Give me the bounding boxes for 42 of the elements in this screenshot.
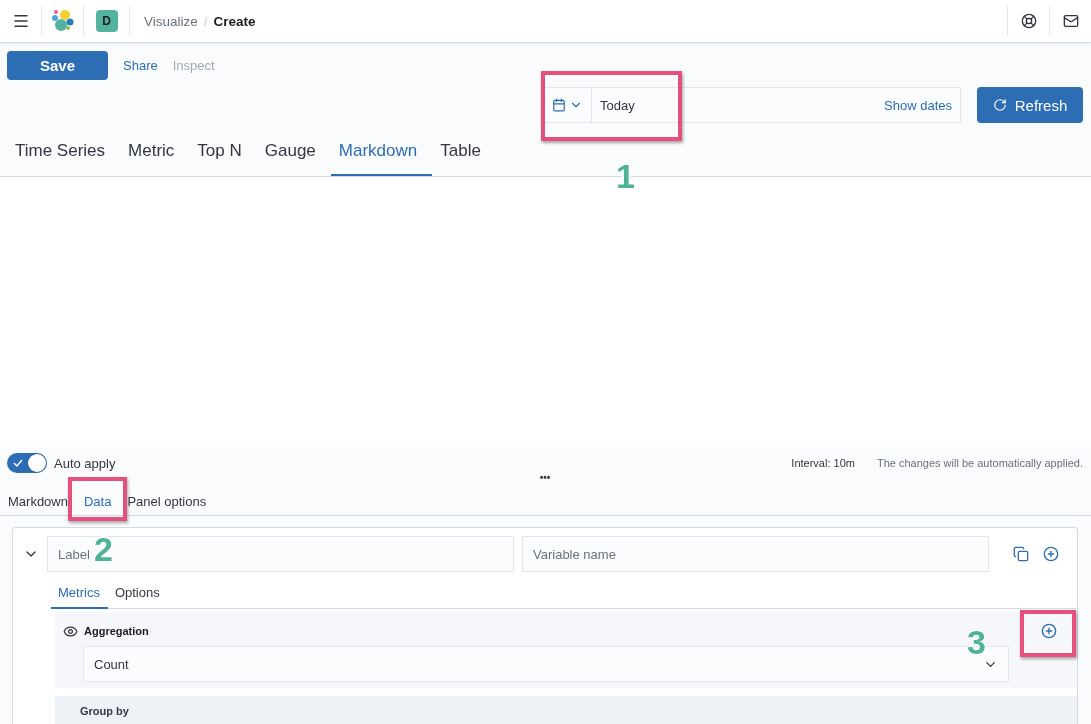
check-icon <box>13 458 23 468</box>
variable-name-field[interactable]: Variable name <box>522 536 989 572</box>
copy-icon[interactable] <box>1013 546 1029 562</box>
group-by-label: Group by <box>80 705 129 717</box>
highlight-frame <box>1020 610 1076 657</box>
toolbar-link[interactable]: Share <box>123 57 158 73</box>
visualization-tab[interactable]: Metric <box>120 137 190 176</box>
breadcrumb[interactable]: Visualize <box>144 13 198 29</box>
show-dates-link[interactable]: Show dates <box>876 97 960 113</box>
eye-icon[interactable] <box>63 623 78 639</box>
apply-note: The changes will be automatically applied. <box>876 457 1083 469</box>
visualization-tab[interactable]: Time Series <box>7 137 121 176</box>
series-tab[interactable]: Metrics <box>51 585 108 609</box>
editor-tab[interactable]: Data <box>75 488 120 515</box>
breadcrumb: Create <box>213 13 256 29</box>
aggregation-label: Aggregation <box>84 625 150 637</box>
editor-tab[interactable]: Panel options <box>119 488 215 515</box>
mail-icon[interactable] <box>1062 13 1079 29</box>
save-button[interactable]: Save <box>7 50 108 80</box>
editor-tab[interactable]: Markdown <box>0 488 76 515</box>
resize-handle[interactable]: ••• <box>539 472 551 484</box>
auto-apply-label: Auto apply <box>54 455 117 471</box>
auto-apply-switch[interactable] <box>7 453 47 473</box>
menu-button[interactable] <box>11 12 30 30</box>
visualization-tab[interactable]: Gauge <box>256 137 331 176</box>
date-value: Today <box>599 97 636 113</box>
breadcrumb-separator: / <box>203 13 208 29</box>
refresh-icon <box>992 98 1007 112</box>
space-avatar[interactable]: D <box>95 10 118 32</box>
calendar-icon <box>552 98 566 112</box>
add-icon[interactable] <box>1043 546 1059 562</box>
help-icon[interactable] <box>1020 13 1037 29</box>
callout-number: 1 <box>616 159 635 193</box>
highlight-frame <box>67 477 127 521</box>
interval-text: Interval: 10m <box>791 457 855 469</box>
add-icon[interactable] <box>1041 623 1057 639</box>
series-tab[interactable]: Options <box>107 585 168 609</box>
visualization-tab[interactable]: Table <box>432 137 496 176</box>
logo-icon[interactable] <box>50 9 75 33</box>
visualization-tab[interactable]: Top N <box>189 137 257 176</box>
date-picker[interactable]: Today Show dates <box>543 87 961 123</box>
refresh-button[interactable]: Refresh <box>977 87 1083 123</box>
